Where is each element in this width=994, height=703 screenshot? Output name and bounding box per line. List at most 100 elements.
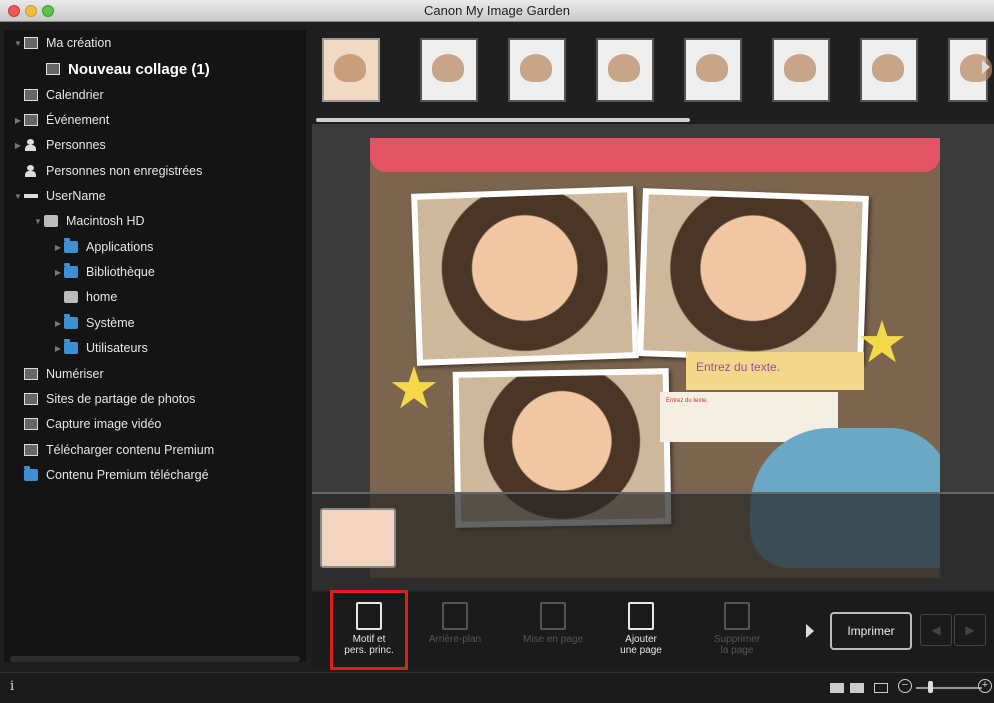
- filmstrip-scrollbar[interactable]: [316, 118, 690, 122]
- sidebar-item-evenement[interactable]: ▶ Événement: [12, 109, 109, 131]
- sidebar-item-label: Numériser: [46, 367, 104, 381]
- disclosure-open-icon[interactable]: ▼: [32, 217, 44, 226]
- calendar-icon: [24, 89, 38, 101]
- sidebar-item-personnes-non-enregistrees[interactable]: Personnes non enregistrées: [24, 160, 202, 182]
- sidebar-item-label: Système: [86, 316, 135, 330]
- sidebar-item-systeme[interactable]: ▶ Système: [52, 312, 135, 334]
- disclosure-closed-icon[interactable]: ▶: [12, 141, 24, 150]
- layout-button[interactable]: Mise en page: [518, 596, 588, 666]
- disclosure-closed-icon[interactable]: ▶: [52, 344, 64, 353]
- disclosure-closed-icon[interactable]: ▶: [12, 116, 24, 125]
- status-bar: i − +: [0, 672, 994, 703]
- filmstrip-next-icon[interactable]: [982, 60, 990, 74]
- bottom-toolbar: Motif et pers. princ. Arrière-plan Mise …: [312, 590, 994, 670]
- info-icon[interactable]: i: [10, 679, 14, 694]
- sidebar-scrollbar[interactable]: [10, 656, 300, 662]
- sidebar-item-label: Capture image vidéo: [46, 417, 162, 431]
- drive-icon: [24, 194, 38, 198]
- sidebar-item-nouveau-collage[interactable]: Nouveau collage (1): [46, 58, 210, 80]
- photo-share-icon: [24, 393, 38, 405]
- filmstrip-thumbnail[interactable]: [860, 38, 918, 102]
- sidebar-item-applications[interactable]: ▶ Applications: [52, 236, 153, 258]
- filmstrip-thumbnail[interactable]: [420, 38, 478, 102]
- download-premium-icon: [24, 444, 38, 456]
- folder-icon: [64, 314, 78, 329]
- disclosure-open-icon[interactable]: ▼: [12, 192, 24, 201]
- sidebar-item-label: Événement: [46, 113, 110, 127]
- background-label: Arrière-plan: [428, 634, 482, 645]
- sidebar-item-ma-creation[interactable]: ▼ Ma création: [12, 32, 111, 54]
- home-icon: [64, 291, 78, 303]
- video-capture-icon: [24, 418, 38, 430]
- sidebar-item-username[interactable]: ▼ UserName: [12, 185, 106, 207]
- page-strip: [312, 492, 994, 592]
- layout-icon: [540, 602, 566, 630]
- sidebar-item-telecharger-premium[interactable]: Télécharger contenu Premium: [24, 439, 214, 461]
- sidebar-item-macintosh-hd[interactable]: ▼ Macintosh HD: [32, 210, 145, 232]
- delete-page-label: Supprimer la page: [713, 634, 761, 656]
- sidebar-item-utilisateurs[interactable]: ▶ Utilisateurs: [52, 337, 148, 359]
- background-button[interactable]: Arrière-plan: [420, 596, 490, 666]
- text-box-main[interactable]: Entrez du texte.: [686, 352, 864, 390]
- filmstrip-thumbnail[interactable]: [322, 38, 380, 102]
- creation-icon: [24, 37, 38, 49]
- next-page-button[interactable]: ▶: [954, 614, 986, 646]
- window-title: Canon My Image Garden: [424, 3, 570, 18]
- disclosure-closed-icon[interactable]: ▶: [52, 268, 64, 277]
- layout-label: Mise en page: [522, 634, 584, 645]
- sidebar-item-capture-video[interactable]: Capture image vidéo: [24, 413, 161, 435]
- detail-view-icon[interactable]: [850, 683, 864, 693]
- disclosure-closed-icon[interactable]: ▶: [52, 243, 64, 252]
- window-titlebar: Canon My Image Garden: [0, 0, 994, 22]
- sidebar-item-label: Sites de partage de photos: [46, 392, 196, 406]
- folder-icon: [64, 263, 78, 278]
- harddisk-icon: [44, 215, 58, 227]
- sidebar-item-sites-partage[interactable]: Sites de partage de photos: [24, 388, 195, 410]
- filmstrip-thumbnail[interactable]: [508, 38, 566, 102]
- sidebar: ▼ Ma création Nouveau collage (1) Calendr…: [4, 30, 306, 662]
- star-decoration: ★: [388, 356, 440, 421]
- collage-photo-2[interactable]: [637, 188, 869, 364]
- view-mode-icon[interactable]: [830, 683, 844, 693]
- expand-arrow-icon[interactable]: [806, 624, 814, 638]
- scan-icon: [24, 368, 38, 380]
- event-icon: [24, 114, 38, 126]
- sidebar-item-bibliotheque[interactable]: ▶ Bibliothèque: [52, 261, 155, 283]
- sidebar-item-personnes[interactable]: ▶ Personnes: [12, 134, 106, 156]
- sidebar-item-label: Bibliothèque: [86, 265, 155, 279]
- delete-page-icon: [724, 602, 750, 630]
- print-button[interactable]: Imprimer: [830, 612, 912, 650]
- zoom-out-icon[interactable]: −: [898, 679, 912, 693]
- filmstrip-thumbnail[interactable]: [772, 38, 830, 102]
- disclosure-closed-icon[interactable]: ▶: [52, 319, 64, 328]
- filmstrip-thumbnail[interactable]: [596, 38, 654, 102]
- sidebar-item-numeriser[interactable]: Numériser: [24, 363, 104, 385]
- zoom-slider-thumb[interactable]: [928, 681, 933, 693]
- collage-photo-1[interactable]: [411, 186, 639, 366]
- previous-page-button[interactable]: ◀: [920, 614, 952, 646]
- sidebar-item-label: Macintosh HD: [66, 214, 145, 228]
- people-icon: [24, 139, 38, 151]
- delete-page-button[interactable]: Supprimer la page: [702, 596, 772, 666]
- sidebar-item-label: UserName: [46, 189, 106, 203]
- sidebar-item-calendrier[interactable]: Calendrier: [24, 84, 104, 106]
- sidebar-item-contenu-premium[interactable]: Contenu Premium téléchargé: [24, 464, 209, 486]
- sidebar-item-label: Personnes: [46, 138, 106, 152]
- page-thumbnail[interactable]: [320, 508, 396, 568]
- scallop-border: [370, 138, 940, 172]
- fullscreen-icon[interactable]: [874, 683, 888, 693]
- unregistered-people-icon: [24, 165, 38, 177]
- add-page-button[interactable]: Ajouter une page: [606, 596, 676, 666]
- sidebar-item-label: Ma création: [46, 36, 112, 50]
- folder-icon: [64, 339, 78, 354]
- premium-folder-icon: [24, 466, 38, 481]
- add-page-icon: [628, 602, 654, 630]
- zoom-slider[interactable]: [916, 687, 982, 689]
- zoom-in-icon[interactable]: +: [978, 679, 992, 693]
- sidebar-item-label: Télécharger contenu Premium: [46, 443, 215, 457]
- disclosure-open-icon[interactable]: ▼: [12, 39, 24, 48]
- sidebar-item-label: Contenu Premium téléchargé: [46, 468, 209, 482]
- sidebar-item-home[interactable]: home: [64, 286, 117, 308]
- filmstrip-thumbnail[interactable]: [684, 38, 742, 102]
- sidebar-item-label: Utilisateurs: [86, 341, 148, 355]
